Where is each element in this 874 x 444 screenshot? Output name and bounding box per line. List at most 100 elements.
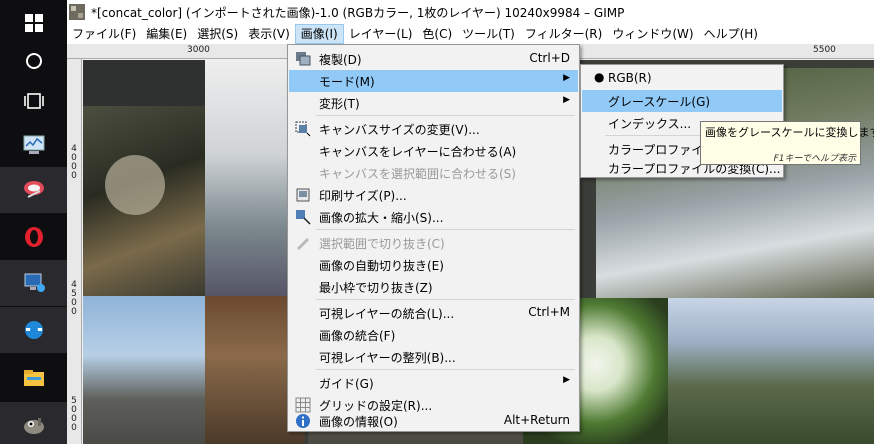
menu-item-label: 最小枠で切り抜き(Z) <box>319 281 433 295</box>
menu-windows[interactable]: ウィンドウ(W) <box>607 24 698 44</box>
ruler-label: 4500 <box>71 280 77 317</box>
radio-checked-icon: ● <box>594 70 605 84</box>
submenu-arrow-icon: ▶ <box>563 95 570 105</box>
menu-tools[interactable]: ツール(T) <box>457 24 520 44</box>
menu-item-align-layers[interactable]: 可視レイヤーの整列(B)... <box>289 346 578 368</box>
info-icon <box>296 414 310 428</box>
menu-filters[interactable]: フィルター(R) <box>520 24 607 44</box>
menu-item-fit-canvas-to-selection: キャンバスを選択範囲に合わせる(S) <box>289 162 578 184</box>
task-view-button[interactable] <box>0 78 67 124</box>
menu-item-flatten[interactable]: 画像の統合(F) <box>289 324 578 346</box>
print-size-icon <box>296 188 310 202</box>
menu-item-rgb[interactable]: ● RGB(R) <box>582 68 782 90</box>
taskbar-app-explorer[interactable] <box>0 307 67 353</box>
menu-item-label: キャンバスを選択範囲に合わせる(S) <box>319 167 516 181</box>
scale-icon <box>296 210 311 225</box>
ruler-label: 5000 <box>71 396 77 433</box>
title-bar[interactable]: *[concat_color] (インポートされた画像)-1.0 (RGBカラー… <box>67 0 874 24</box>
menu-item-label: キャンバスをレイヤーに合わせる(A) <box>319 145 517 159</box>
network-computer-icon <box>24 273 45 292</box>
menu-item-label: インデックス... <box>608 117 692 131</box>
windows-logo-icon <box>24 14 43 32</box>
menu-item-label: 変形(T) <box>319 97 360 111</box>
snipping-tool-icon <box>23 181 44 198</box>
shortcut-label: Ctrl+M <box>528 305 570 319</box>
menu-item-label: グレースケール(G) <box>608 95 711 109</box>
tooltip-text: 画像をグレースケールに変換します <box>705 126 874 139</box>
menu-view[interactable]: 表示(V) <box>243 24 295 44</box>
menu-item-zealous-crop[interactable]: 最小枠で切り抜き(Z) <box>289 276 578 298</box>
resource-monitor-icon <box>23 135 44 154</box>
gimp-wilber-icon <box>23 418 44 434</box>
tooltip: 画像をグレースケールに変換します F1キーでヘルプ表示 <box>700 121 874 165</box>
shortcut-label: Alt+Return <box>503 413 570 427</box>
opera-browser-icon <box>24 227 43 247</box>
cortana-circle-icon <box>25 53 42 69</box>
menu-item-label: 画像の統合(F) <box>319 329 396 343</box>
menu-item-autocrop[interactable]: 画像の自動切り抜き(E) <box>289 254 578 276</box>
crop-icon <box>297 238 309 250</box>
menu-file[interactable]: ファイル(F) <box>67 24 141 44</box>
submenu-arrow-icon: ▶ <box>563 73 570 83</box>
menu-bar: ファイル(F) 編集(E) 選択(S) 表示(V) 画像(I) レイヤー(L) … <box>67 24 874 44</box>
photo-tile <box>83 296 205 444</box>
canvas-size-icon <box>295 121 311 137</box>
menu-help[interactable]: ヘルプ(H) <box>699 24 763 44</box>
window-title: *[concat_color] (インポートされた画像)-1.0 (RGBカラー… <box>91 5 625 20</box>
menu-item-label: キャンバスサイズの変更(V)... <box>319 123 480 137</box>
photo-tile <box>668 298 874 444</box>
photo-tile <box>105 155 165 215</box>
gimp-app-icon <box>69 4 85 20</box>
menu-image[interactable]: 画像(I) <box>294 24 344 44</box>
duplicate-icon <box>296 52 311 66</box>
menu-item-label: 可視レイヤーの整列(B)... <box>319 351 456 365</box>
menu-item-label: 可視レイヤーの統合(L)... <box>319 307 455 321</box>
menu-separator <box>316 299 575 300</box>
tooltip-help-hint: F1キーでヘルプ表示 <box>773 154 856 164</box>
menu-separator <box>316 229 575 230</box>
taskbar-app-gimp[interactable] <box>0 402 67 444</box>
menu-item-transform[interactable]: 変形(T) ▶ <box>289 92 578 114</box>
photo-tile <box>83 60 205 106</box>
taskbar-app-opera[interactable] <box>0 214 67 260</box>
menu-item-print-size[interactable]: 印刷サイズ(P)... <box>289 184 578 206</box>
menu-item-label: 画像の自動切り抜き(E) <box>319 259 444 273</box>
task-view-icon <box>23 93 44 109</box>
menu-select[interactable]: 選択(S) <box>192 24 243 44</box>
menu-separator <box>316 115 575 116</box>
menu-layer[interactable]: レイヤー(L) <box>344 24 418 44</box>
menu-item-mode[interactable]: モード(M) ▶ <box>289 70 578 92</box>
image-menu-dropdown: 複製(D) Ctrl+D モード(M) ▶ 変形(T) ▶ キャンバスサイズの変… <box>287 44 580 432</box>
menu-item-grayscale[interactable]: グレースケール(G) <box>582 90 782 112</box>
menu-item-label: 複製(D) <box>319 53 362 67</box>
ruler-label: 5500 <box>813 45 836 55</box>
menu-item-label: RGB(R) <box>608 71 652 85</box>
windows-taskbar <box>0 0 67 444</box>
vertical-ruler[interactable]: 4000 4500 5000 <box>67 59 82 444</box>
taskbar-app-monitor[interactable] <box>0 122 67 168</box>
taskbar-app-file-explorer[interactable] <box>0 355 67 401</box>
folder-icon <box>23 370 44 386</box>
menu-separator <box>316 369 575 370</box>
menu-item-image-properties[interactable]: 画像の情報(O) Alt+Return <box>289 410 578 432</box>
taskbar-app-network[interactable] <box>0 260 67 306</box>
ruler-label: 4000 <box>71 144 77 181</box>
menu-item-duplicate[interactable]: 複製(D) Ctrl+D <box>289 48 578 70</box>
ruler-label: 3000 <box>187 45 210 55</box>
shortcut-label: Ctrl+D <box>529 51 570 65</box>
menu-item-fit-canvas-to-layers[interactable]: キャンバスをレイヤーに合わせる(A) <box>289 140 578 162</box>
menu-edit[interactable]: 編集(E) <box>141 24 192 44</box>
taskbar-app-snipping[interactable] <box>0 167 67 213</box>
menu-item-label: モード(M) <box>319 75 375 89</box>
menu-item-guides[interactable]: ガイド(G) ▶ <box>289 372 578 394</box>
menu-item-label: 選択範囲で切り抜き(C) <box>319 237 445 251</box>
submenu-arrow-icon: ▶ <box>563 375 570 385</box>
menu-item-label: 画像の拡大・縮小(S)... <box>319 211 444 225</box>
internet-explorer-icon <box>24 321 43 339</box>
menu-item-label: ガイド(G) <box>319 377 374 391</box>
menu-item-scale-image[interactable]: 画像の拡大・縮小(S)... <box>289 206 578 228</box>
menu-item-label: 印刷サイズ(P)... <box>319 189 407 203</box>
menu-item-canvas-size[interactable]: キャンバスサイズの変更(V)... <box>289 118 578 140</box>
menu-colors[interactable]: 色(C) <box>417 24 457 44</box>
menu-item-merge-visible[interactable]: 可視レイヤーの統合(L)... Ctrl+M <box>289 302 578 324</box>
